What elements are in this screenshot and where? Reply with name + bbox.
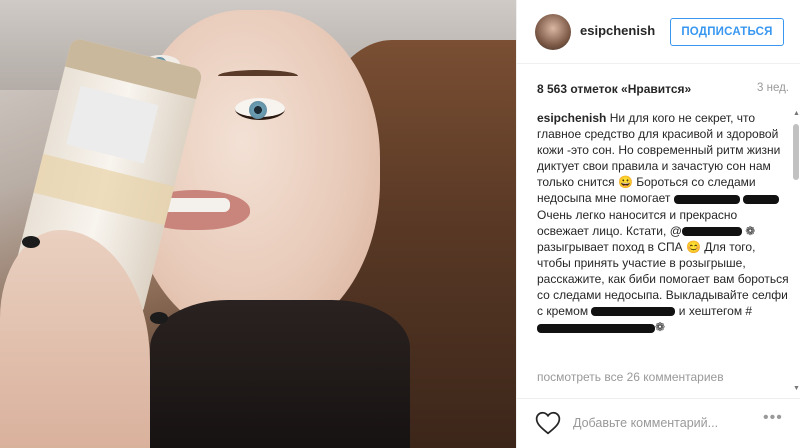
caption-mention[interactable]: @ (670, 224, 742, 238)
post-header: esipchenish ПОДПИСАТЬСЯ (517, 0, 800, 64)
redacted-text (743, 194, 780, 204)
post-caption: esipchenish Ни для кого не секрет, что г… (537, 110, 789, 335)
redacted-text (537, 323, 655, 333)
photo-nail (22, 236, 40, 248)
add-comment-input[interactable]: Добавьте комментарий... (573, 416, 718, 430)
redacted-text (681, 226, 742, 236)
caption-text-4[interactable]: и хештегом # (679, 304, 752, 318)
avatar[interactable] (535, 14, 571, 50)
caption-text-5: ❁ (655, 320, 666, 335)
caption-text-1: Ни для кого не секрет, что главное средс… (537, 111, 781, 206)
post-photo[interactable] (0, 0, 516, 448)
comments-scrollbar[interactable]: ▲ ▼ (793, 110, 800, 392)
comments-area: esipchenish Ни для кого не секрет, что г… (537, 110, 789, 392)
photo-sweater (150, 300, 410, 448)
photo-nail (150, 312, 168, 324)
post-age[interactable]: 3 нед. (757, 82, 789, 94)
heart-icon[interactable] (535, 411, 561, 435)
scroll-thumb[interactable] (793, 124, 799, 180)
tube-label-band (33, 153, 175, 226)
photo-eyebrow (218, 70, 298, 82)
tube-blurred-logo (66, 85, 159, 164)
post-sidebar: esipchenish ПОДПИСАТЬСЯ 8 563 отметок «Н… (516, 0, 800, 448)
view-all-comments-link[interactable]: посмотреть все 26 комментариев (537, 370, 724, 384)
post-footer: Добавьте комментарий... ••• (517, 398, 800, 448)
scroll-down-arrow-icon[interactable]: ▼ (793, 385, 800, 392)
photo-eye-right (235, 98, 285, 120)
username-link[interactable]: esipchenish (580, 23, 655, 38)
redacted-text (591, 307, 676, 317)
follow-button[interactable]: ПОДПИСАТЬСЯ (670, 18, 784, 46)
scroll-up-arrow-icon[interactable]: ▲ (793, 110, 800, 117)
likes-row: 8 563 отметок «Нравится» 3 нед. (537, 80, 789, 100)
likes-count[interactable]: 8 563 отметок «Нравится» (537, 82, 691, 96)
more-icon[interactable]: ••• (763, 409, 783, 427)
redacted-text (673, 194, 740, 204)
caption-author[interactable]: esipchenish (537, 111, 606, 125)
